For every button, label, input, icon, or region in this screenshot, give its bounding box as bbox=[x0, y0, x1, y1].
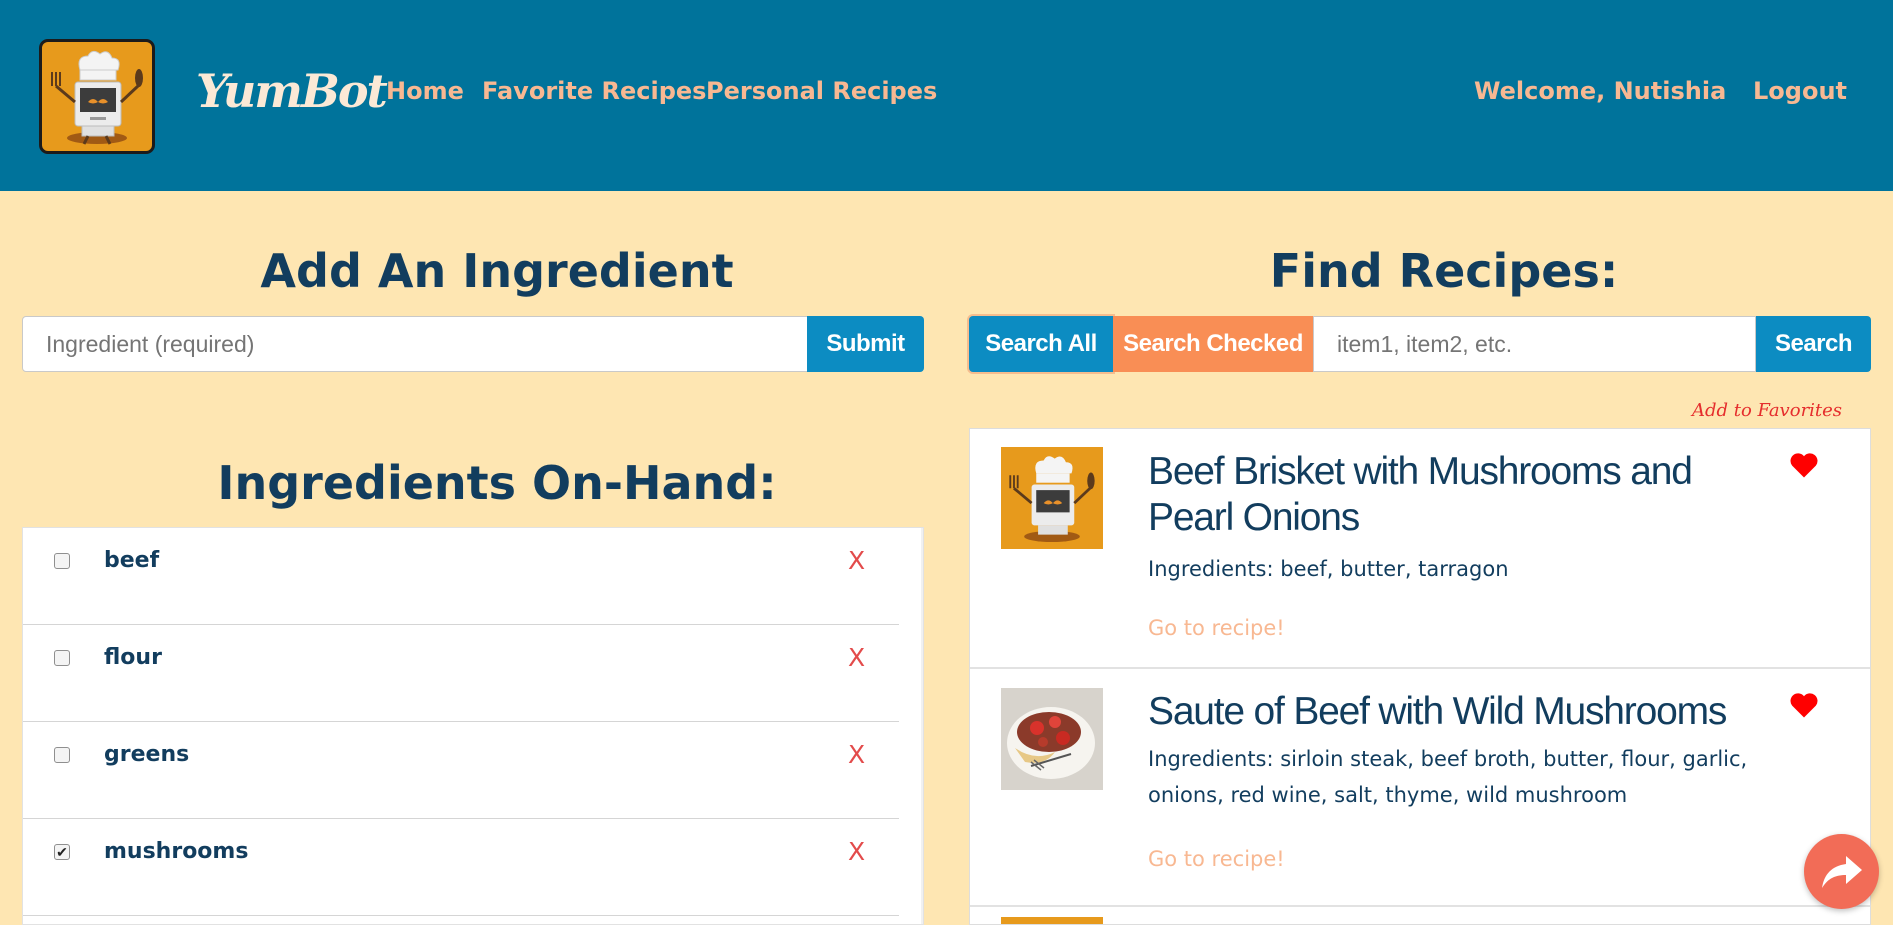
add-ingredient-title: Add An Ingredient bbox=[260, 244, 734, 298]
ingredient-checkbox-checked[interactable]: ✔ bbox=[54, 844, 70, 860]
share-icon bbox=[1822, 856, 1862, 888]
search-all-button[interactable]: Search All bbox=[969, 316, 1113, 372]
recipe-title: Saute of Beef with Wild Mushrooms bbox=[1148, 690, 1727, 733]
remove-ingredient-icon[interactable]: X bbox=[848, 643, 865, 672]
recipe-ingredients: Ingredients: beef, butter, tarragon bbox=[1148, 557, 1509, 581]
robot-chef-icon bbox=[1009, 456, 1095, 543]
robot-chef-icon bbox=[51, 50, 143, 145]
recipe-card: Beef Brisket with Mushrooms and Pearl On… bbox=[970, 429, 1870, 669]
nav-home[interactable]: Home bbox=[386, 77, 464, 105]
ingredients-list: beef X flour X greens X ✔ mushrooms X bbox=[22, 527, 924, 925]
list-item: flour X bbox=[23, 625, 899, 722]
recipe-ingredients: Ingredients: sirloin steak, beef broth, … bbox=[1148, 747, 1748, 807]
ingredient-checkbox[interactable] bbox=[54, 747, 70, 763]
recipe-thumbnail[interactable] bbox=[1001, 447, 1103, 549]
recipe-results: Beef Brisket with Mushrooms and Pearl On… bbox=[969, 428, 1871, 925]
ingredient-checkbox[interactable] bbox=[54, 650, 70, 666]
go-to-recipe-link[interactable]: Go to recipe! bbox=[1148, 616, 1285, 640]
ingredients-on-hand-title: Ingredients On-Hand: bbox=[217, 456, 777, 510]
yumbot-logo[interactable] bbox=[39, 39, 155, 154]
ingredient-name: mushrooms bbox=[104, 839, 249, 864]
recipe-title: Beef Brisket with Mushrooms and Pearl On… bbox=[1148, 450, 1693, 539]
list-item: ✔ mushrooms X bbox=[23, 819, 899, 916]
remove-ingredient-icon[interactable]: X bbox=[848, 837, 865, 866]
recipe-search-input[interactable] bbox=[1313, 316, 1756, 372]
add-to-favorites-label: Add to Favorites bbox=[1692, 400, 1843, 421]
remove-ingredient-icon[interactable]: X bbox=[848, 546, 865, 575]
recipe-thumbnail[interactable] bbox=[1001, 688, 1103, 790]
heart-icon[interactable] bbox=[1789, 451, 1819, 479]
food-photo-icon bbox=[1001, 688, 1103, 790]
search-checked-button[interactable]: Search Checked bbox=[1113, 316, 1313, 372]
heart-icon[interactable] bbox=[1789, 691, 1819, 719]
scrollbar[interactable] bbox=[921, 528, 923, 924]
nav-favorite-recipes[interactable]: Favorite Recipes bbox=[482, 77, 706, 105]
list-item: beef X bbox=[23, 528, 899, 625]
find-recipes-title: Find Recipes: bbox=[1269, 244, 1619, 298]
logout-link[interactable]: Logout bbox=[1753, 77, 1847, 105]
welcome-text: Welcome, Nutishia bbox=[1474, 77, 1727, 105]
brand-name[interactable]: YumBot bbox=[196, 64, 388, 118]
submit-button[interactable]: Submit bbox=[807, 316, 924, 372]
search-button[interactable]: Search bbox=[1756, 316, 1871, 372]
recipe-thumbnail[interactable] bbox=[1001, 917, 1103, 924]
remove-ingredient-icon[interactable]: X bbox=[848, 740, 865, 769]
ingredient-checkbox[interactable] bbox=[54, 553, 70, 569]
ingredient-input[interactable] bbox=[22, 316, 808, 372]
ingredient-name: greens bbox=[104, 742, 190, 767]
go-to-recipe-link[interactable]: Go to recipe! bbox=[1148, 847, 1285, 871]
share-button[interactable] bbox=[1804, 834, 1879, 909]
list-item: greens X bbox=[23, 722, 899, 819]
ingredient-name: beef bbox=[104, 548, 160, 573]
nav-personal-recipes[interactable]: Personal Recipes bbox=[706, 77, 937, 105]
top-navbar: YumBot Home Favorite Recipes Personal Re… bbox=[0, 0, 1893, 191]
recipe-card: Saute of Beef with Wild Mushrooms Ingred… bbox=[970, 669, 1870, 907]
ingredient-name: flour bbox=[104, 645, 162, 670]
